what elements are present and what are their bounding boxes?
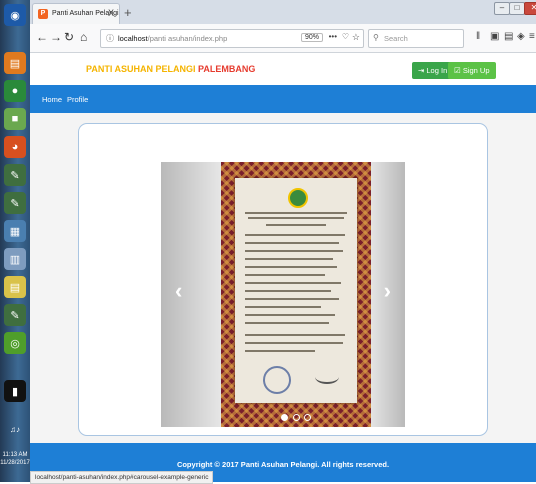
browser-navbar: ← → ↻ ⌂ ⓘ localhost/panti asuhan/index.p… bbox=[30, 24, 536, 53]
extension-icon[interactable]: ◈ bbox=[517, 32, 525, 42]
tool-icon[interactable]: ✎ bbox=[4, 192, 26, 214]
app-icon[interactable]: ■ bbox=[4, 108, 26, 130]
carousel-dot[interactable] bbox=[281, 414, 288, 421]
maximize-icon[interactable]: □ bbox=[509, 2, 525, 15]
text-line bbox=[245, 350, 315, 352]
menu-item-home[interactable]: Home bbox=[42, 95, 62, 104]
new-tab-button[interactable]: + bbox=[124, 5, 132, 20]
notepad-icon[interactable]: ▤ bbox=[4, 276, 26, 298]
text-line bbox=[245, 234, 345, 236]
brand-city: PALEMBANG bbox=[198, 64, 256, 74]
address-bar[interactable]: ⓘ localhost/panti asuhan/index.php 90% •… bbox=[100, 29, 364, 48]
search-placeholder: Search bbox=[384, 34, 408, 43]
page-actions-icon[interactable]: ••• bbox=[329, 32, 337, 41]
black-app-icon[interactable]: ▮ bbox=[4, 380, 26, 402]
tool-icon[interactable]: ✎ bbox=[4, 304, 26, 326]
carousel-dot[interactable] bbox=[292, 414, 300, 421]
file-explorer-icon[interactable]: ▤ bbox=[4, 52, 26, 74]
reload-icon[interactable]: ↻ bbox=[64, 31, 74, 43]
site-menu-bar: Home Profile bbox=[30, 85, 536, 113]
text-line bbox=[245, 266, 337, 268]
text-line bbox=[245, 242, 339, 244]
windows-taskbar: ◉ ▤ ● ■ ◕ ✎ ✎ ▦ ▥ ▤ ✎ ◎ ▮ ♫♪ 11:13 AM 11… bbox=[0, 0, 30, 482]
carousel-panel: ‹ › bbox=[78, 123, 488, 436]
site-brand[interactable]: PANTI ASUHAN PELANGI PALEMBANG bbox=[86, 64, 255, 74]
zoom-level[interactable]: 90% bbox=[300, 33, 323, 42]
reader-icon[interactable]: ▤ bbox=[504, 32, 513, 42]
page-info-icon[interactable]: ⓘ bbox=[106, 33, 114, 44]
signup-icon: ☑ bbox=[454, 66, 461, 75]
search-input[interactable]: ⚲ Search bbox=[368, 29, 464, 48]
text-line bbox=[245, 334, 345, 336]
tab-close-button[interactable]: X bbox=[108, 8, 114, 18]
carousel-dot[interactable] bbox=[304, 414, 311, 421]
login-label: Log In bbox=[426, 66, 448, 75]
main-content: ‹ › bbox=[30, 113, 536, 443]
clock-date[interactable]: 11/28/2017 bbox=[0, 460, 30, 467]
site-header: PANTI ASUHAN PELANGI PALEMBANG ⇥ Log In … bbox=[30, 53, 536, 85]
home-icon[interactable]: ⌂ bbox=[80, 31, 87, 43]
chevron-left-icon[interactable]: ‹ bbox=[175, 280, 182, 302]
sidebar-icon[interactable]: ▣ bbox=[490, 32, 499, 42]
search-icon: ⚲ bbox=[373, 33, 379, 42]
signup-label: Sign Up bbox=[462, 66, 490, 75]
minimize-icon[interactable]: – bbox=[494, 2, 510, 15]
text-line bbox=[245, 322, 329, 324]
url-text[interactable]: localhost/panti asuhan/index.php bbox=[118, 34, 227, 43]
text-line bbox=[245, 342, 343, 344]
bookmark-star-icon[interactable]: ☆ bbox=[352, 32, 360, 43]
stamp-icon bbox=[263, 366, 291, 394]
text-line bbox=[248, 217, 344, 219]
text-line bbox=[266, 224, 326, 226]
text-line bbox=[245, 250, 343, 252]
site-favicon-icon: P bbox=[38, 9, 48, 19]
brand-name: PANTI ASUHAN PELANGI bbox=[86, 64, 196, 74]
text-line bbox=[245, 290, 331, 292]
chrome-icon[interactable]: ● bbox=[4, 80, 26, 102]
text-line bbox=[245, 274, 325, 276]
text-line bbox=[245, 298, 339, 300]
back-icon[interactable]: ← bbox=[36, 31, 48, 43]
chevron-right-icon[interactable]: › bbox=[384, 280, 391, 302]
carousel-indicators bbox=[281, 414, 311, 421]
start-button-icon[interactable]: ◉ bbox=[4, 4, 26, 26]
text-line bbox=[245, 306, 321, 308]
library-icon[interactable]: ‖ bbox=[476, 32, 480, 42]
menu-icon[interactable]: ≡ bbox=[529, 32, 535, 42]
tray-icons[interactable]: ♫♪ bbox=[4, 418, 26, 440]
pocket-icon[interactable]: ♡ bbox=[342, 32, 349, 41]
url-path: /panti asuhan/index.php bbox=[147, 34, 228, 43]
tool-icon[interactable]: ✎ bbox=[4, 164, 26, 186]
document-icon[interactable]: ▦ bbox=[4, 220, 26, 242]
tab-strip: P Panti Asuhan Pelangi X + – □ ✕ bbox=[30, 0, 536, 25]
calculator-icon[interactable]: ▥ bbox=[4, 248, 26, 270]
login-icon: ⇥ bbox=[418, 66, 425, 75]
footer-copyright: Copyright © 2017 Panti Asuhan Pelangi. A… bbox=[176, 460, 390, 469]
tab-panti-asuhan[interactable]: P Panti Asuhan Pelangi X bbox=[32, 3, 120, 25]
signup-button[interactable]: ☑ Sign Up bbox=[448, 62, 496, 79]
menu-item-profile[interactable]: Profile bbox=[67, 95, 88, 104]
close-window-icon[interactable]: ✕ bbox=[524, 2, 536, 15]
url-host: localhost bbox=[118, 34, 148, 43]
clock-time[interactable]: 11:13 AM bbox=[0, 452, 30, 459]
text-line bbox=[245, 258, 333, 260]
carousel-slide-image bbox=[221, 162, 371, 427]
status-bar-url: localhost/panti-asuhan/index.php#carouse… bbox=[30, 471, 214, 484]
forward-icon[interactable]: → bbox=[50, 31, 62, 43]
text-line bbox=[245, 314, 335, 316]
text-line bbox=[245, 212, 347, 214]
emblem-icon bbox=[288, 188, 308, 208]
firefox-icon[interactable]: ◕ bbox=[4, 136, 26, 158]
certificate-document bbox=[235, 178, 357, 403]
text-line bbox=[245, 282, 341, 284]
circle-app-icon[interactable]: ◎ bbox=[4, 332, 26, 354]
carousel: ‹ › bbox=[161, 162, 405, 427]
signature-icon bbox=[315, 370, 339, 384]
carousel-prev-area[interactable] bbox=[161, 162, 221, 427]
